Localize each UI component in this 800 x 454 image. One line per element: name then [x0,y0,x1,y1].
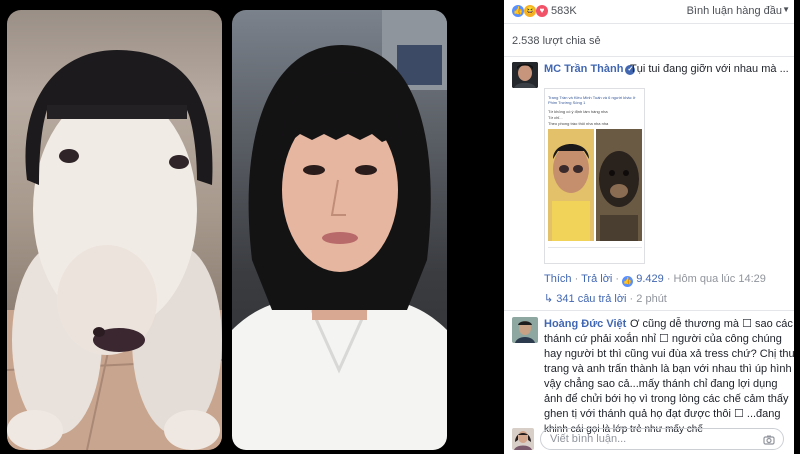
reaction-count[interactable]: 583K [551,5,577,17]
divider [504,56,794,57]
camera-icon[interactable] [763,433,775,445]
like-button[interactable]: Thích [544,273,572,285]
share-count[interactable]: 2.538 lượt chia sẻ [512,35,601,47]
comment-sort-dropdown[interactable]: Bình luận hàng đầu [687,5,782,17]
haha-reaction-icon[interactable]: 😆 [524,5,536,17]
comment-attached-image[interactable]: Trang Trần và Kiều Minh Tuấn và 6 người … [544,88,645,264]
comment-text-line: thánh cứ phải xoắn nhỉ ☐ người của công … [544,333,782,345]
dog-photo [7,10,222,450]
reaction-bar: 👍 😆 ♥ 583K Bình luận hàng đầu ▼ [504,0,794,24]
comment-text-line: Ơ cũng dễ thương mà ☐ sao các [630,318,793,330]
like-reaction-icon[interactable]: 👍 [512,5,524,17]
comments-panel: 👍 😆 ♥ 583K Bình luận hàng đầu ▼ 2.538 lư… [504,0,795,454]
avatar[interactable] [512,62,538,88]
image-post-line: Tớ không có ý định làm hàng nha [548,109,608,114]
view-replies-link[interactable]: ↳ 341 câu trả lời · 2 phút [544,292,667,305]
comment-timestamp[interactable]: Hôm qua lúc 14:29 [674,273,766,285]
woman-photo [232,10,447,450]
comment-text-line: hay người bt thì cũng vui đùa xả tress c… [544,348,795,360]
like-count[interactable]: 9.429 [636,273,664,285]
comment-actions: Thích · Trả lời · 👍 9.429 · Hôm qua lúc … [544,273,766,287]
image-post-line: Theo phong trào thôi nha nha nha [548,121,609,126]
reply-count[interactable]: 341 câu trả lời [556,293,626,305]
current-user-avatar [512,428,534,450]
photo-viewer [0,0,460,454]
image-post-header: Trang Trần và Kiều Minh Tuấn và 6 người … [548,95,636,105]
reply-arrow-icon: ↳ [544,293,554,305]
comment-text-line: vậy chẳng sao cả...mấy thánh chỉ đang lợ… [544,378,778,390]
comment-text-line: ghen tị với thánh quả họ đạt được thôi ☐… [544,408,781,420]
reply-button[interactable]: Trả lời [581,273,612,285]
image-post-footer [548,247,642,257]
divider [504,310,794,311]
comment-author[interactable]: Hoàng Đức Việt [544,318,626,330]
comment-text-line: trang và anh trấn thành là bạn với nhau … [544,363,792,375]
love-reaction-icon[interactable]: ♥ [536,5,548,17]
reply-time: 2 phút [636,293,667,305]
comment-text: Tụi tui đang giỡn với nhau mà ... [630,63,789,75]
avatar[interactable] [512,317,538,343]
comment-author[interactable]: MC Trần Thành ✓ [544,63,636,75]
caret-down-icon[interactable]: ▼ [782,5,790,14]
like-count-icon: 👍 [622,276,634,287]
comment-input-placeholder: Viết bình luận... [550,433,627,445]
image-post-photos [548,129,642,241]
image-post-line: Tớ chỉ... [548,115,563,120]
author-name[interactable]: MC Trần Thành [544,63,623,75]
comment-text-line: ảnh để chửi bới họ vì trong lòng các chế… [544,393,789,405]
comment-input[interactable]: Viết bình luận... [540,428,784,450]
